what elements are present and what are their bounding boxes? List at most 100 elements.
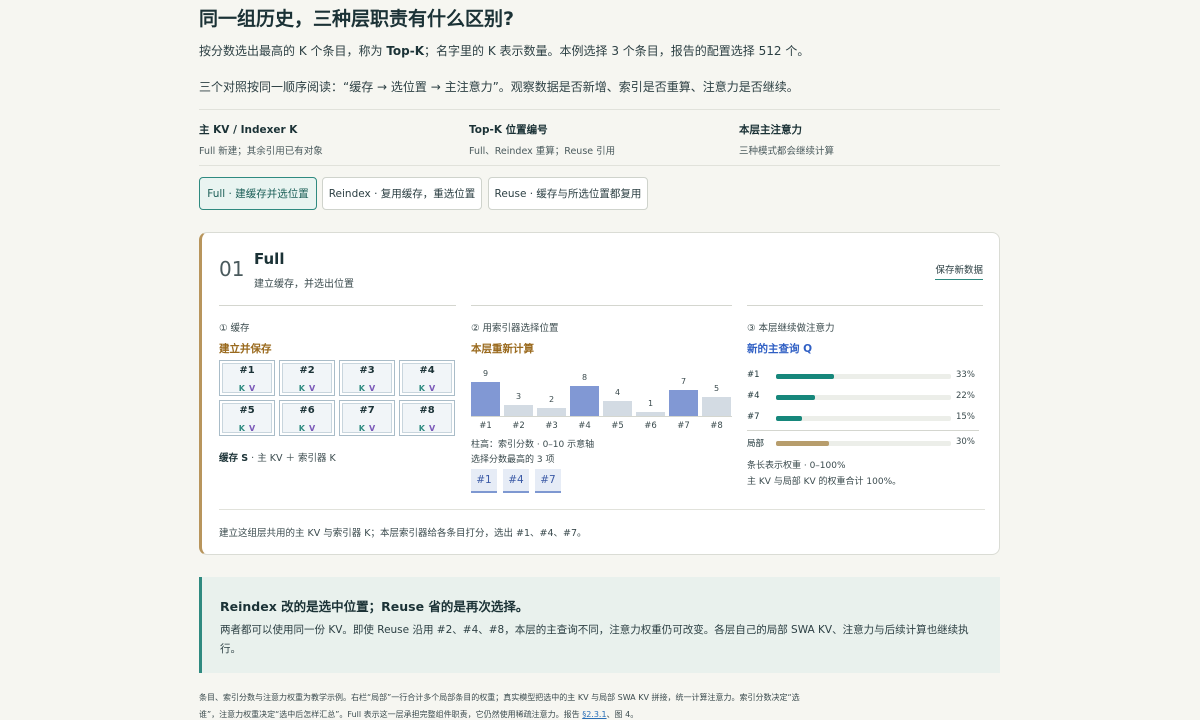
- kv-cell-id: #4: [419, 365, 435, 376]
- category-label: #4: [578, 421, 591, 431]
- legend-desc: Full 新建；其余引用已有对象: [199, 146, 323, 157]
- column-rule: [471, 305, 732, 306]
- kv-cell-id: #1: [239, 365, 255, 376]
- category-label: #5: [611, 421, 624, 431]
- score-value-label: 5: [713, 384, 720, 393]
- selected-position-chip: #1: [471, 469, 497, 493]
- score-value-label: 1: [647, 399, 654, 408]
- kv-cell: #2 K V: [279, 360, 335, 396]
- key-label: K: [238, 424, 245, 433]
- select-caption: 选择分数最高的 3 项: [471, 455, 555, 465]
- weight-scale-caption: 条长表示权重 · 0–100%: [747, 461, 846, 471]
- intro-text: 按分数选出最高的 K 个条目，称为: [199, 44, 387, 58]
- footnote-text: 条目、索引分数与注意力权重为教学示例。右栏“局部”一行合计多个局部条目的权重；真…: [199, 693, 800, 719]
- score-axis-caption: 柱高：索引分数 · 0–10 示意轴: [471, 440, 595, 450]
- weight-row-label: 局部: [747, 439, 765, 449]
- indexer-title: 本层重新计算: [471, 343, 534, 355]
- category-label: #7: [677, 421, 690, 431]
- legend-main-kv: 主 KV / Indexer K Full 新建；其余引用已有对象: [199, 122, 459, 157]
- kv-cell: #5 K V: [219, 400, 275, 436]
- intro-paragraph: 按分数选出最高的 K 个条目，称为 Top-K；名字里的 K 表示数量。本例选择…: [199, 42, 809, 59]
- weight-percent: 22%: [956, 391, 975, 401]
- kv-cell: #3 K V: [339, 360, 395, 396]
- column-rule: [747, 305, 983, 306]
- score-bar: [504, 405, 533, 416]
- value-label: V: [309, 384, 316, 393]
- tab-full[interactable]: Full · 建缓存并选位置: [199, 177, 317, 210]
- weight-percent: 15%: [956, 412, 975, 422]
- section-link[interactable]: §2.3.1: [582, 710, 606, 719]
- category-label: #6: [644, 421, 657, 431]
- attention-title: 新的主查询 Q: [747, 343, 813, 355]
- key-label: K: [238, 384, 245, 393]
- key-label: K: [418, 424, 425, 433]
- score-bar: [603, 401, 632, 416]
- cache-caption-text: · 主 KV ＋ 索引器 K: [248, 453, 336, 464]
- score-bar: [537, 408, 566, 416]
- value-label: V: [369, 384, 376, 393]
- weight-track: [776, 441, 951, 446]
- attention-heading: ③ 本层继续做注意力: [747, 323, 835, 334]
- kv-cell-id: #2: [299, 365, 315, 376]
- score-bar: [570, 386, 599, 416]
- kv-cell: #1 K V: [219, 360, 275, 396]
- callout-body: 两者都可以使用同一份 KV。即使 Reuse 沿用 #2、#4、#8，本层的主查…: [220, 624, 969, 655]
- save-new-data-link[interactable]: 保存新数据: [935, 262, 983, 280]
- key-label: K: [298, 424, 305, 433]
- kv-cell: #6 K V: [279, 400, 335, 436]
- indexer-heading: ② 用索引器选择位置: [471, 323, 559, 334]
- divider: [199, 165, 1000, 166]
- kv-cell-id: #6: [299, 405, 315, 416]
- chart-baseline: [471, 416, 732, 417]
- kv-cell-id: #7: [359, 405, 375, 416]
- kv-cell: #7 K V: [339, 400, 395, 436]
- weight-track: [776, 374, 951, 379]
- value-label: V: [309, 424, 316, 433]
- divider: [199, 109, 1000, 110]
- reading-order-paragraph: 三个对照按同一顺序阅读：“缓存 → 选位置 → 主注意力”。观察数据是否新增、索…: [199, 80, 799, 94]
- weight-percent: 33%: [956, 370, 975, 380]
- key-label: K: [358, 384, 365, 393]
- score-bar: [702, 397, 731, 416]
- key-label: K: [358, 424, 365, 433]
- intro-term: Top-K: [386, 44, 425, 58]
- score-value-label: 2: [548, 395, 555, 404]
- attention-weight-row: #4 22%: [747, 391, 977, 403]
- kv-cell-id: #5: [239, 405, 255, 416]
- callout-note: Reindex 改的是选中位置；Reuse 省的是再次选择。 两者都可以使用同一…: [199, 577, 1000, 673]
- tab-reindex[interactable]: Reindex · 复用缓存，重选位置: [322, 177, 482, 210]
- tab-reuse[interactable]: Reuse · 缓存与所选位置都复用: [488, 177, 648, 210]
- weight-bar: [776, 441, 829, 446]
- score-value-label: 8: [581, 373, 588, 382]
- column-rule: [219, 305, 456, 306]
- cache-title: 建立并保存: [219, 343, 272, 355]
- weight-bar: [776, 395, 815, 400]
- score-bar: [669, 390, 698, 416]
- card-summary: 建立这组层共用的主 KV 与索引器 K；本层索引器给各条目打分，选出 #1、#4…: [219, 528, 587, 539]
- value-label: V: [369, 424, 376, 433]
- kv-cell-id: #8: [419, 405, 435, 416]
- score-value-label: 4: [614, 388, 621, 397]
- kv-cell: #8 K V: [399, 400, 455, 436]
- weight-percent: 30%: [956, 437, 975, 447]
- score-value-label: 3: [515, 392, 522, 401]
- attention-weight-row: #1 33%: [747, 370, 977, 382]
- attention-weight-row: #7 15%: [747, 412, 977, 424]
- selected-position-chip: #7: [535, 469, 561, 493]
- kv-cell: #4 K V: [399, 360, 455, 396]
- value-label: V: [429, 384, 436, 393]
- legend-topk: Top-K 位置编号 Full、Reindex 重算；Reuse 引用: [469, 122, 729, 157]
- legend-title: 主 KV / Indexer K: [199, 124, 298, 136]
- score-value-label: 7: [680, 377, 687, 386]
- footnote: 条目、索引分数与注意力权重为教学示例。右栏“局部”一行合计多个局部条目的权重；真…: [199, 689, 819, 720]
- weight-row-label: #4: [747, 391, 760, 401]
- category-label: #1: [479, 421, 492, 431]
- weight-sum-caption: 主 KV 与局部 KV 的权重合计 100%。: [747, 477, 902, 487]
- legend-desc: Full、Reindex 重算；Reuse 引用: [469, 146, 616, 157]
- weight-bar: [776, 374, 834, 379]
- cache-caption-term: 缓存 S: [219, 453, 249, 464]
- category-label: #2: [512, 421, 525, 431]
- weight-track: [776, 395, 951, 400]
- mode-title: Full: [254, 250, 285, 268]
- intro-text-rest: ；名字里的 K 表示数量。本例选择 3 个条目，报告的配置选择 512 个。: [424, 44, 810, 58]
